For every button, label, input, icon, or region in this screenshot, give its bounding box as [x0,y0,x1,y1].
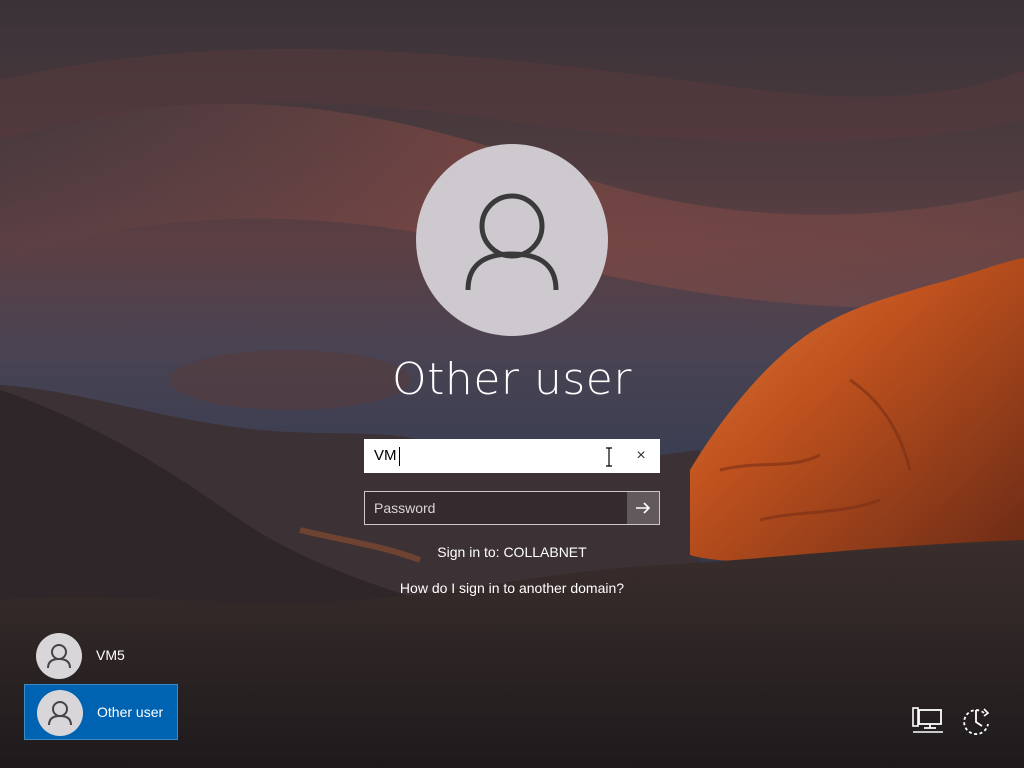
network-icon [912,707,943,733]
network-button[interactable] [910,704,946,740]
ease-of-access-icon [963,708,990,735]
password-field[interactable]: Password [364,491,660,525]
sign-in-domain-text: Sign in to: COLLABNET [437,544,587,560]
user-tile-label: VM5 [96,647,125,663]
person-icon [48,701,72,726]
avatar [36,633,82,679]
ease-of-access-button[interactable] [958,704,994,740]
username-value: VM [374,447,397,464]
clear-username-button[interactable]: × [628,443,654,469]
user-tile-vm5[interactable]: VM5 [24,628,178,684]
user-tile-label: Other user [97,704,164,720]
avatar [37,690,83,736]
account-name-heading: Other user [392,354,632,405]
password-placeholder: Password [374,500,436,516]
arrow-right-icon [636,502,651,514]
ibeam-cursor-icon [606,447,612,467]
submit-arrow-button[interactable] [627,492,659,524]
user-tile-other-user[interactable]: Other user [24,684,178,740]
username-field[interactable]: VM × [364,439,660,473]
person-icon [47,644,71,669]
other-domain-help-link[interactable]: How do I sign in to another domain? [312,580,712,596]
user-avatar-large [416,144,608,336]
text-caret [399,447,400,466]
person-icon [465,193,559,291]
